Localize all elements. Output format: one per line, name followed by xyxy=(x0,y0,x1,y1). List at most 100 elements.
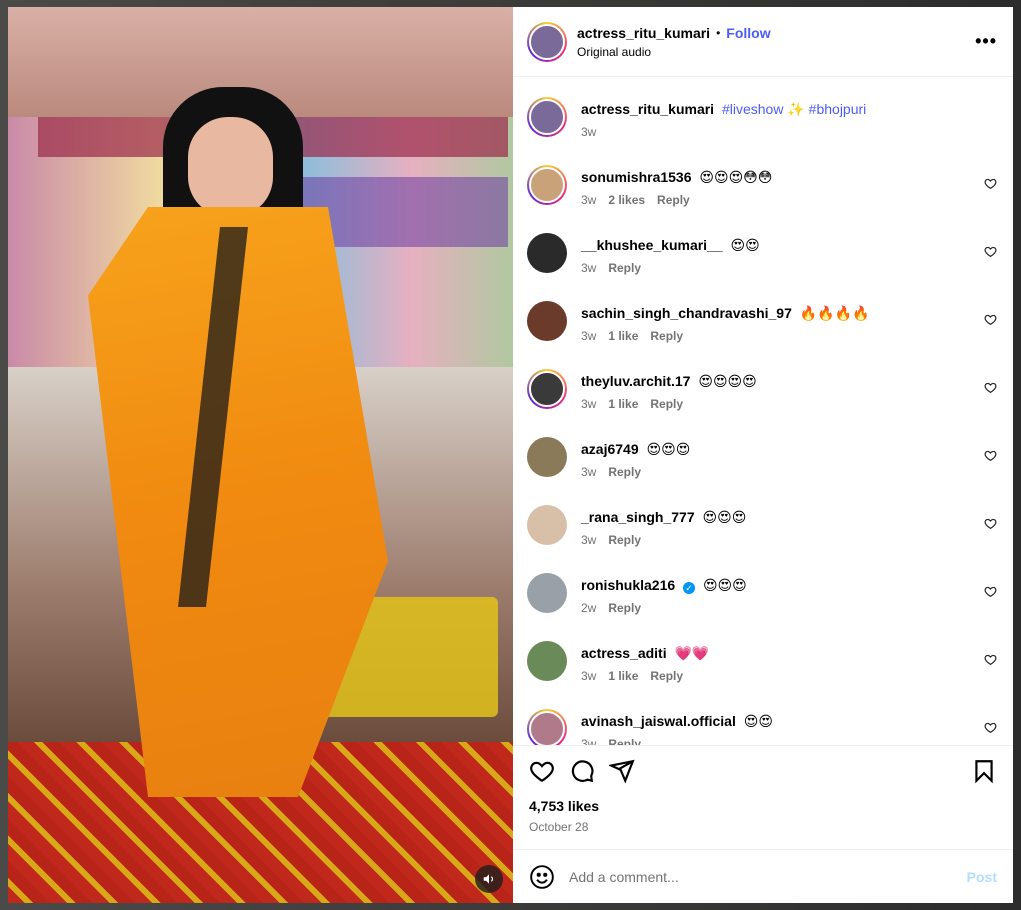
caption-time: 3w xyxy=(581,125,597,139)
comment-text: 😍😍😍 xyxy=(702,577,747,593)
commenter-avatar[interactable] xyxy=(527,573,567,613)
post-button[interactable]: Post xyxy=(967,869,997,885)
like-comment-heart-icon[interactable] xyxy=(984,381,997,394)
reply-button[interactable]: Reply xyxy=(608,533,641,547)
comment-likes[interactable]: 1 like xyxy=(608,669,638,683)
commenter-avatar[interactable] xyxy=(527,301,567,341)
dancer-face xyxy=(188,117,273,217)
comment-icon[interactable] xyxy=(569,758,595,784)
post-header: actress_ritu_kumari • Follow Original au… xyxy=(513,7,1013,77)
comment-text: 💗💗 xyxy=(674,645,710,661)
comment-row: azaj6749 😍😍😍 3w Reply xyxy=(527,437,999,479)
bookmark-icon[interactable] xyxy=(971,758,997,784)
commenter-username[interactable]: actress_aditi xyxy=(581,645,667,661)
like-comment-heart-icon[interactable] xyxy=(984,653,997,666)
post-date: October 28 xyxy=(529,820,589,834)
heart-icon[interactable] xyxy=(529,758,555,784)
caption: actress_ritu_kumari #liveshow ✨ #bhojpur… xyxy=(527,97,999,139)
comment-time: 3w xyxy=(581,193,597,207)
commenter-avatar[interactable] xyxy=(527,641,567,681)
commenter-username[interactable]: ronishukla216 xyxy=(581,577,675,593)
comment-row: __khushee_kumari__ 😍😍 3w Reply xyxy=(527,233,999,275)
comment-text: 😍😍😍😳😳 xyxy=(699,169,773,185)
comment-time: 3w xyxy=(581,533,597,547)
reply-button[interactable]: Reply xyxy=(657,193,690,207)
author-username[interactable]: actress_ritu_kumari xyxy=(577,25,710,41)
post-modal: actress_ritu_kumari • Follow Original au… xyxy=(8,7,1013,903)
caption-username[interactable]: actress_ritu_kumari xyxy=(581,101,714,117)
commenter-avatar[interactable] xyxy=(527,505,567,545)
reply-button[interactable]: Reply xyxy=(650,397,683,411)
hashtag-liveshow[interactable]: #liveshow xyxy=(722,101,783,117)
like-comment-heart-icon[interactable] xyxy=(984,585,997,598)
comment-time: 3w xyxy=(581,737,597,745)
commenter-username[interactable]: avinash_jaiswal.official xyxy=(581,713,736,729)
commenter-username[interactable]: _rana_singh_777 xyxy=(581,509,695,525)
likes-count[interactable]: 4,753 likes xyxy=(529,798,997,814)
comment-row: _rana_singh_777 😍😍😍 3w Reply xyxy=(527,505,999,547)
more-options-icon[interactable]: ••• xyxy=(975,31,997,52)
comment-text: 😍😍 xyxy=(730,237,760,253)
author-avatar[interactable] xyxy=(527,21,567,62)
comment-time: 3w xyxy=(581,397,597,411)
comment-text: 🔥🔥🔥🔥 xyxy=(799,305,870,321)
comment-row: sachin_singh_chandravashi_97 🔥🔥🔥🔥 3w 1 l… xyxy=(527,301,999,343)
caption-avatar[interactable] xyxy=(527,97,567,137)
reel-video[interactable] xyxy=(8,7,513,903)
caption-emoji: ✨ xyxy=(787,101,805,117)
comment-text: 😍😍 xyxy=(743,713,773,729)
commenter-avatar[interactable] xyxy=(527,233,567,273)
add-comment-bar: Post xyxy=(513,849,1013,903)
audio-toggle-button[interactable] xyxy=(475,865,503,893)
post-panel: actress_ritu_kumari • Follow Original au… xyxy=(513,7,1013,903)
commenter-username[interactable]: azaj6749 xyxy=(581,441,639,457)
commenter-username[interactable]: __khushee_kumari__ xyxy=(581,237,723,253)
reply-button[interactable]: Reply xyxy=(650,669,683,683)
like-comment-heart-icon[interactable] xyxy=(984,177,997,190)
comments-list[interactable]: actress_ritu_kumari #liveshow ✨ #bhojpur… xyxy=(513,77,1013,745)
speaker-icon xyxy=(483,874,494,884)
reply-button[interactable]: Reply xyxy=(608,261,641,275)
comment-row: sonumishra1536 😍😍😍😳😳 3w 2 likes Reply xyxy=(527,165,999,207)
audio-label[interactable]: Original audio xyxy=(577,45,975,59)
follow-button[interactable]: Follow xyxy=(726,25,770,41)
commenter-username[interactable]: sonumishra1536 xyxy=(581,169,692,185)
comment-time: 3w xyxy=(581,261,597,275)
commenter-avatar[interactable] xyxy=(527,165,567,205)
reply-button[interactable]: Reply xyxy=(608,737,641,745)
share-icon[interactable] xyxy=(609,758,635,784)
verified-badge-icon: ✓ xyxy=(683,582,696,594)
comment-row: theyluv.archit.17 😍😍😍😍 3w 1 like Reply xyxy=(527,369,999,411)
commenter-avatar[interactable] xyxy=(527,709,567,745)
like-comment-heart-icon[interactable] xyxy=(984,245,997,258)
comment-likes[interactable]: 1 like xyxy=(608,397,638,411)
comment-text: 😍😍😍 xyxy=(646,441,691,457)
comment-row: ronishukla216 ✓ 😍😍😍 2w Reply xyxy=(527,573,999,615)
comment-input[interactable] xyxy=(569,868,967,885)
separator-dot: • xyxy=(716,25,721,40)
reply-button[interactable]: Reply xyxy=(608,601,641,615)
comment-text: 😍😍😍😍 xyxy=(698,373,757,389)
comment-text: 😍😍😍 xyxy=(702,509,747,525)
comment-row: avinash_jaiswal.official 😍😍 3w Reply xyxy=(527,709,999,745)
comment-row: actress_aditi 💗💗 3w 1 like Reply xyxy=(527,641,999,683)
emoji-icon[interactable] xyxy=(529,864,555,890)
commenter-username[interactable]: sachin_singh_chandravashi_97 xyxy=(581,305,792,321)
like-comment-heart-icon[interactable] xyxy=(984,721,997,734)
like-comment-heart-icon[interactable] xyxy=(984,449,997,462)
reply-button[interactable]: Reply xyxy=(608,465,641,479)
action-bar: 4,753 likes October 28 xyxy=(513,745,1013,849)
hashtag-bhojpuri[interactable]: #bhojpuri xyxy=(809,101,867,117)
like-comment-heart-icon[interactable] xyxy=(984,517,997,530)
commenter-username[interactable]: theyluv.archit.17 xyxy=(581,373,690,389)
comment-time: 3w xyxy=(581,465,597,479)
comment-time: 3w xyxy=(581,329,597,343)
comment-time: 3w xyxy=(581,669,597,683)
comment-time: 2w xyxy=(581,601,597,615)
like-comment-heart-icon[interactable] xyxy=(984,313,997,326)
commenter-avatar[interactable] xyxy=(527,369,567,409)
reply-button[interactable]: Reply xyxy=(650,329,683,343)
comment-likes[interactable]: 1 like xyxy=(608,329,638,343)
commenter-avatar[interactable] xyxy=(527,437,567,477)
comment-likes[interactable]: 2 likes xyxy=(608,193,645,207)
